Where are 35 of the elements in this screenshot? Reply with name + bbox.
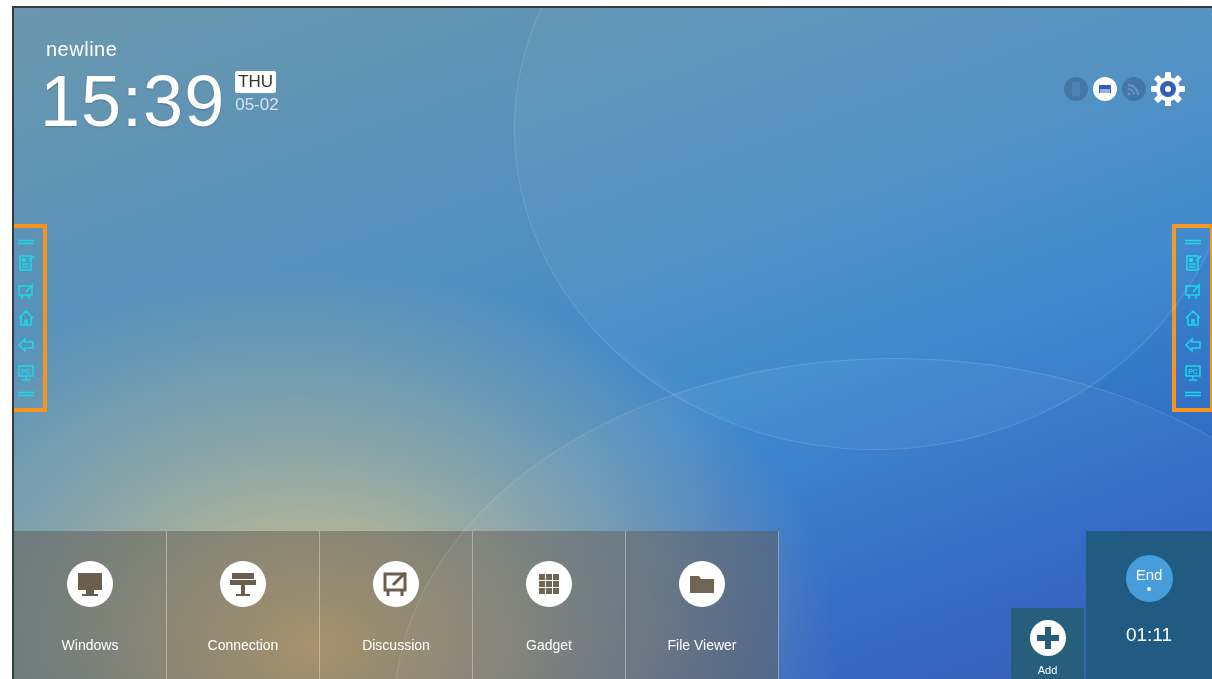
folder-icon bbox=[679, 561, 725, 607]
tile-label: Connection bbox=[207, 637, 279, 653]
whiteboard-pen-icon[interactable] bbox=[17, 281, 35, 300]
session-timer: 01:11 bbox=[1125, 624, 1173, 646]
add-label: Add bbox=[1037, 664, 1058, 676]
clock-time: 15:39 bbox=[40, 65, 226, 137]
dock-tile[interactable]: Windows bbox=[14, 531, 167, 679]
tile-label: Gadget bbox=[526, 637, 572, 653]
whiteboard-pen-icon[interactable] bbox=[1184, 281, 1202, 300]
collapse-lines-icon[interactable] bbox=[1184, 238, 1202, 245]
collapse-lines-icon[interactable] bbox=[17, 391, 35, 398]
tile-label: File Viewer bbox=[667, 637, 737, 653]
ethernet-icon[interactable] bbox=[1092, 76, 1118, 102]
whiteboard-pen-icon bbox=[373, 561, 419, 607]
tile-label: Windows bbox=[61, 637, 119, 653]
brand-logo: newline bbox=[46, 38, 119, 61]
weekday-label: THU bbox=[235, 71, 277, 93]
dock-tile[interactable]: Connection bbox=[167, 531, 320, 679]
collapse-lines-icon[interactable] bbox=[1184, 391, 1202, 398]
add-tile[interactable]: Add bbox=[1011, 608, 1084, 679]
settings-icon[interactable] bbox=[1150, 71, 1186, 107]
home-icon[interactable] bbox=[1184, 308, 1202, 327]
back-arrow-icon[interactable] bbox=[1184, 336, 1202, 355]
projector-icon bbox=[220, 561, 266, 607]
plus-icon bbox=[1029, 620, 1066, 656]
date-label: 05-02 bbox=[235, 95, 279, 115]
home-icon[interactable] bbox=[17, 308, 35, 327]
note-pen-icon[interactable] bbox=[1184, 254, 1202, 273]
monitor-icon bbox=[67, 561, 113, 607]
note-pen-icon[interactable] bbox=[17, 254, 35, 273]
back-arrow-icon[interactable] bbox=[17, 336, 35, 355]
end-button[interactable]: End bbox=[1125, 555, 1173, 602]
tile-label: Discussion bbox=[362, 637, 430, 653]
grid-icon bbox=[526, 561, 572, 607]
collapse-lines-icon[interactable] bbox=[17, 238, 35, 245]
